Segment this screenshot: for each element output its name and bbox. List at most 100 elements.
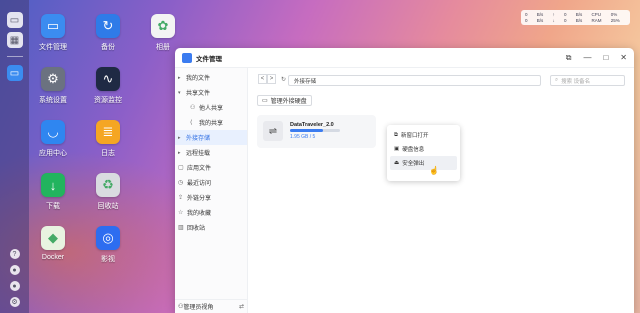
search-icon: ⌕: [555, 77, 559, 83]
menu-item-icon: ▣: [394, 146, 400, 152]
help-icon[interactable]: ?: [9, 249, 20, 259]
expand-arrow-icon: ▾: [178, 89, 181, 96]
forward-button[interactable]: >: [267, 74, 276, 84]
manage-external-drives-button[interactable]: ▭ 管理外接硬盘: [257, 95, 312, 106]
sidebar-item[interactable]: ▢ 应用文件: [175, 160, 247, 175]
path-text: 外接存储: [294, 78, 317, 85]
maximize-button[interactable]: □: [603, 53, 608, 63]
system-monitor-widget: 0 B/s ↑ 0 B/s CPU 0% 0 B/s ↓ 0 B/s RAM 25%: [521, 10, 630, 25]
sidebar-item-icon: ◷: [178, 180, 184, 186]
sidebar-item-icon: ⇪: [178, 195, 184, 201]
desktop-icon[interactable]: ▭: [6, 12, 23, 28]
window-title: 文件管理: [196, 55, 222, 63]
backup-app[interactable]: ↻ 备份: [83, 14, 133, 52]
docker-icon: ◆: [41, 226, 65, 250]
context-menu-item[interactable]: ▣ 硬盘信息: [390, 142, 457, 156]
path-bar[interactable]: 外接存储: [288, 75, 541, 86]
settings-icon[interactable]: ⚙: [9, 297, 20, 307]
menu-item-icon: ⧉: [394, 131, 398, 138]
app-label: 备份: [101, 44, 115, 51]
menu-item-icon: ⏏: [394, 160, 400, 166]
widget-cell: ↓: [552, 18, 555, 23]
sidebar-item-icon: ▥: [178, 225, 184, 231]
download-app[interactable]: ↓ 下载: [28, 173, 78, 211]
widget-cell: ↑: [552, 12, 555, 17]
download-icon: ↓: [41, 173, 65, 197]
expand-arrow-icon: ▸: [178, 74, 181, 81]
recycle-bin-app[interactable]: ♻ 回收站: [83, 173, 133, 211]
widget-cell: B/s: [575, 12, 583, 17]
hand-cursor-icon: ☝: [429, 166, 439, 175]
settings-app[interactable]: ⚙ 系统设置: [28, 67, 78, 105]
device-card[interactable]: ⇌ DataTraveler_2.0 1.95 GB / 5: [257, 115, 376, 148]
admin-view-label: 管理员视角: [183, 305, 214, 311]
sidebar-item[interactable]: ◷ 最近访问: [175, 175, 247, 190]
admin-view-toggle[interactable]: ⚇ 管理员视角 ⇄: [175, 299, 248, 313]
popout-button[interactable]: ⧉: [566, 53, 572, 63]
file-manager-taskbar-icon[interactable]: ▭: [6, 65, 23, 81]
app-label: Docker: [41, 254, 65, 261]
resource-monitor-app[interactable]: ∿ 资源监控: [83, 67, 133, 105]
widget-cell: 0: [563, 12, 567, 17]
usage-bar: [290, 129, 340, 132]
widget-cell: 0%: [610, 12, 618, 17]
app-center-app[interactable]: ◡ 应用中心: [28, 120, 78, 158]
app-label: 下载: [46, 203, 60, 210]
file-manager-app[interactable]: ▭ 文件管理: [28, 14, 78, 52]
context-menu-item[interactable]: ⏏ 安全弹出: [390, 156, 457, 170]
sidebar-item-label: 回收站: [187, 226, 206, 232]
context-menu: ⧉ 新窗口打开 ▣ 硬盘信息 ⏏ 安全弹出: [387, 125, 460, 181]
expand-arrow-icon: ▸: [178, 149, 181, 156]
menu-item-label: 新窗口打开: [400, 133, 429, 139]
menu-item-label: 安全弹出: [402, 161, 425, 167]
file-manager-window: 文件管理 ⧉ — □ ✕ ▸ 我的文件 ▾ 共享文件 ⚇ 他人共享 ⟨ 我的共享 ▸ 外接存储 ▸ 远…: [175, 48, 634, 313]
minimize-button[interactable]: —: [583, 53, 591, 63]
sidebar-item-label: 我的收藏: [187, 211, 212, 217]
refresh-button[interactable]: ↻: [279, 74, 288, 84]
sidebar-item-label: 共享文件: [186, 91, 211, 97]
video-app[interactable]: ◎ 影视: [83, 226, 133, 264]
context-menu-item[interactable]: ⧉ 新窗口打开: [390, 128, 457, 142]
widget-cell: B/s: [536, 12, 544, 17]
sidebar-item-label: 我的文件: [186, 76, 211, 82]
sidebar-item[interactable]: ⇪ 外链分享: [175, 190, 247, 205]
logs-icon: ≣: [96, 120, 120, 144]
recycle-bin-icon: ♻: [96, 173, 120, 197]
sidebar-item-icon: ⚇: [190, 105, 196, 111]
docker-app[interactable]: ◆ Docker: [28, 226, 78, 261]
swap-icon: ⇄: [238, 304, 244, 310]
taskbar: ▭ ▦ ▭ ? ● ● ⚙: [0, 0, 29, 313]
notification-icon[interactable]: ●: [9, 265, 20, 275]
drive-icon: ▭: [262, 98, 268, 104]
sidebar-item[interactable]: ☆ 我的收藏: [175, 205, 247, 220]
widget-cell: 25%: [610, 18, 620, 23]
sidebar-item[interactable]: ▸ 远程挂载: [175, 145, 247, 160]
photos-icon: ✿: [151, 14, 175, 38]
sidebar-item-label: 他人共享: [199, 106, 224, 112]
sidebar-item[interactable]: ⟨ 我的共享: [175, 115, 247, 130]
search-input[interactable]: ⌕ 搜索 设备名: [550, 75, 625, 86]
resource-monitor-icon: ∿: [96, 67, 120, 91]
app-label: 应用中心: [39, 150, 67, 157]
widget-cell: 0: [525, 12, 528, 17]
sidebar-item[interactable]: ▸ 外接存储: [175, 130, 247, 145]
back-button[interactable]: <: [258, 74, 267, 84]
sidebar-item[interactable]: ▥ 回收站: [175, 220, 247, 235]
app-label: 资源监控: [94, 97, 122, 104]
sidebar: ▸ 我的文件 ▾ 共享文件 ⚇ 他人共享 ⟨ 我的共享 ▸ 外接存储 ▸ 远程挂载 ▢ 应用文件 ◷ 最近访问…: [175, 68, 248, 313]
close-button[interactable]: ✕: [620, 53, 627, 63]
user-icon[interactable]: ●: [9, 281, 20, 291]
sidebar-item[interactable]: ▾ 共享文件: [175, 85, 247, 100]
usage-bar-fill: [290, 129, 323, 132]
photos-app[interactable]: ✿ 相册: [138, 14, 188, 52]
app-grid-icon[interactable]: ▦: [6, 32, 23, 48]
sidebar-item[interactable]: ⚇ 他人共享: [175, 100, 247, 115]
expand-arrow-icon: ▸: [178, 134, 181, 141]
sidebar-item[interactable]: ▸ 我的文件: [175, 70, 247, 85]
device-name: DataTraveler_2.0: [290, 122, 334, 128]
app-label: 系统设置: [39, 97, 67, 104]
widget-cell: 0: [563, 18, 567, 23]
manage-button-label: 管理外接硬盘: [270, 99, 307, 105]
logs-app[interactable]: ≣ 日志: [83, 120, 133, 158]
sidebar-item-icon: ▢: [178, 165, 184, 171]
